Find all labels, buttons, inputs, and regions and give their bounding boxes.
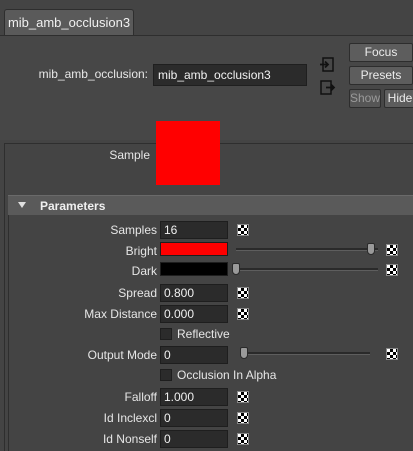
occlusion-in-alpha-label: Occlusion In Alpha	[177, 368, 277, 382]
dark-slider-track[interactable]	[236, 268, 378, 271]
output-connections-icon[interactable]	[318, 79, 336, 97]
presets-button[interactable]: Presets	[349, 66, 413, 85]
bright-slider-handle[interactable]	[367, 243, 375, 255]
spread-label: Spread	[118, 286, 157, 300]
output-mode-slider-handle[interactable]	[240, 347, 248, 359]
falloff-field[interactable]: 1.000	[160, 388, 228, 406]
output-mode-slider-track[interactable]	[244, 352, 370, 355]
node-type-label: mib_amb_occlusion:	[38, 67, 148, 81]
falloff-label: Falloff	[124, 390, 157, 404]
show-button[interactable]: Show	[349, 89, 381, 108]
samples-label: Samples	[110, 223, 157, 237]
id-inclexcl-label: Id Inclexcl	[103, 411, 157, 425]
id-nonself-label: Id Nonself	[102, 432, 157, 446]
bright-map-button-icon[interactable]	[386, 244, 398, 256]
tab-bar: mib_amb_occlusion3	[0, 0, 413, 36]
bright-label: Bright	[125, 244, 157, 258]
collapse-triangle-icon[interactable]	[18, 202, 26, 208]
max-distance-label: Max Distance	[84, 307, 157, 321]
dark-slider-handle[interactable]	[232, 263, 240, 275]
parameters-title: Parameters	[40, 199, 106, 213]
id-nonself-map-button-icon[interactable]	[237, 433, 249, 445]
output-mode-field[interactable]: 0	[160, 346, 228, 364]
tab-node[interactable]: mib_amb_occlusion3	[4, 9, 134, 36]
output-mode-map-button-icon[interactable]	[386, 348, 398, 360]
spread-field[interactable]: 0.800	[160, 284, 228, 302]
max-distance-map-button-icon[interactable]	[237, 308, 249, 320]
node-name-field[interactable]: mib_amb_occlusion3	[153, 64, 307, 86]
sample-swatch	[156, 121, 220, 185]
bright-color-swatch[interactable]	[160, 242, 228, 256]
samples-map-button-icon[interactable]	[237, 224, 249, 236]
dark-map-button-icon[interactable]	[386, 264, 398, 276]
parameters-section-header[interactable]: Parameters	[8, 195, 413, 215]
id-inclexcl-field[interactable]: 0	[160, 409, 228, 427]
input-connections-icon[interactable]	[318, 56, 336, 74]
reflective-checkbox[interactable]	[160, 328, 172, 340]
sample-label: Sample	[109, 148, 150, 162]
hide-button[interactable]: Hide	[384, 89, 413, 108]
id-nonself-field[interactable]: 0	[160, 430, 228, 448]
max-distance-field[interactable]: 0.000	[160, 305, 228, 323]
falloff-map-button-icon[interactable]	[237, 391, 249, 403]
dark-color-swatch[interactable]	[160, 262, 228, 276]
reflective-label: Reflective	[177, 327, 230, 341]
bright-slider-track[interactable]	[236, 248, 378, 251]
spread-map-button-icon[interactable]	[237, 287, 249, 299]
occlusion-in-alpha-checkbox[interactable]	[160, 369, 172, 381]
id-inclexcl-map-button-icon[interactable]	[237, 412, 249, 424]
output-mode-label: Output Mode	[87, 348, 157, 362]
focus-button[interactable]: Focus	[349, 43, 413, 62]
dark-label: Dark	[131, 264, 157, 278]
samples-field[interactable]: 16	[160, 221, 228, 239]
